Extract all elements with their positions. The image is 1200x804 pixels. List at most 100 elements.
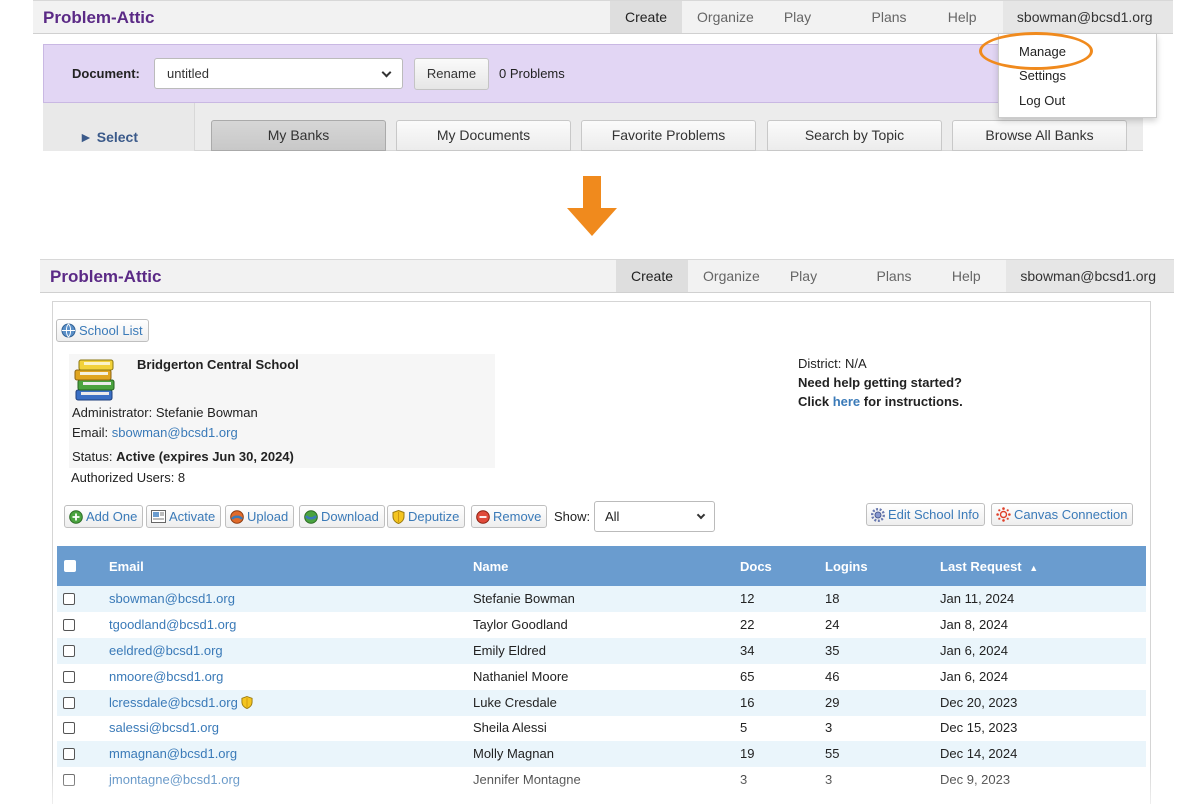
row-checkbox[interactable] [63,722,75,734]
brand-logo[interactable]: Problem-Attic [43,8,154,28]
edit-school-info-button[interactable]: Edit School Info [866,503,986,526]
help-here-link[interactable]: here [833,394,860,409]
row-checkbox[interactable] [63,748,75,760]
row-email[interactable]: nmoore@bcsd1.org [109,669,223,684]
nav-plans[interactable]: Plans [857,1,933,53]
rename-button[interactable]: Rename [414,58,489,90]
nav-user-menu[interactable]: sbowman@bcsd1.org [1006,260,1174,312]
row-name: Stefanie Bowman [473,591,575,606]
nav-help-label: Help [947,9,977,25]
download-button[interactable]: Download [299,505,385,528]
email-label: Email: [72,425,109,440]
row-checkbox[interactable] [63,593,75,605]
row-name: Luke Cresdale [473,695,557,710]
row-email[interactable]: sbowman@bcsd1.org [109,591,235,606]
top-navbar: Problem-Attic Create Organize Play Area … [33,0,1173,57]
row-last-request: Dec 15, 2023 [940,720,1018,735]
nav-play-area[interactable]: Play Area [775,260,862,316]
nav-create[interactable]: Create [610,1,683,33]
nav-user-label: sbowman@bcsd1.org [1016,9,1153,25]
authorized-users: Authorized Users: 8 [71,470,186,485]
tab-my-banks[interactable]: My Banks [211,120,386,151]
row-docs: 22 [740,617,755,632]
nav-help-label: Help [951,268,981,284]
deputize-button[interactable]: Deputize [387,505,466,528]
row-email-cell: lcressdale@bcsd1.org [109,695,253,710]
row-logins: 35 [825,643,840,658]
menu-item-log-out[interactable]: Log Out [1019,93,1065,108]
menu-item-settings[interactable]: Settings [1019,68,1066,83]
row-checkbox[interactable] [63,671,75,683]
column-last-request[interactable]: Last Request ▲ [940,559,1038,574]
help-instructions: Click here for instructions. [798,394,963,409]
brand-logo[interactable]: Problem-Attic [50,267,161,287]
tab-favorite-problems[interactable]: Favorite Problems [581,120,756,151]
activate-button[interactable]: Activate [146,505,222,528]
administrator-line: Administrator: Stefanie Bowman [72,405,258,420]
row-checkbox[interactable] [63,619,75,631]
nav-play-area[interactable]: Play Area [769,1,857,57]
remove-button[interactable]: Remove [471,505,548,528]
row-email[interactable]: eeldred@bcsd1.org [109,643,223,658]
row-email[interactable]: tgoodland@bcsd1.org [109,617,236,632]
column-name[interactable]: Name [473,559,508,574]
nav-plans-label: Plans [876,268,912,284]
row-docs: 5 [740,720,748,735]
column-last-request-label: Last Request [940,559,1022,574]
remove-label: Remove [493,509,542,524]
nav-help[interactable]: Help [933,1,1003,53]
administrator-label: Administrator: [72,405,153,420]
row-last-request: Jan 6, 2024 [940,643,1008,658]
school-list-button[interactable]: School List [56,319,149,342]
row-checkbox[interactable] [63,774,75,786]
row-email[interactable]: jmontagne@bcsd1.org [109,772,240,787]
document-select[interactable]: untitled [154,58,403,89]
highlight-circle [979,32,1093,70]
nav-organize[interactable]: Organize [682,1,769,33]
nav-organize[interactable]: Organize [688,260,775,292]
column-email[interactable]: Email [109,559,144,574]
column-docs[interactable]: Docs [740,559,772,574]
nav-create[interactable]: Create [616,260,689,292]
row-name: Jennifer Montagne [473,772,581,787]
table-row: tgoodland@bcsd1.org Taylor Goodland 22 2… [57,612,1146,638]
row-last-request: Jan 11, 2024 [940,591,1015,606]
canvas-connection-label: Canvas Connection [1014,507,1128,522]
show-filter-select[interactable]: All [594,501,715,532]
help-click-text: Click [798,394,830,409]
row-email[interactable]: lcressdale@bcsd1.org [109,695,238,710]
row-email[interactable]: salessi@bcsd1.org [109,720,219,735]
row-checkbox[interactable] [63,645,75,657]
row-docs: 12 [740,591,755,606]
tab-my-documents[interactable]: My Documents [396,120,571,151]
column-logins[interactable]: Logins [825,559,868,574]
row-last-request: Jan 6, 2024 [940,669,1008,684]
deputy-shield-icon [241,696,253,709]
nav-menu: Create Organize Play Area Plans Help sbo… [616,260,1174,316]
books-icon [74,359,115,401]
row-name: Nathaniel Moore [473,669,569,684]
edit-school-info-label: Edit School Info [888,507,980,522]
select-toggle[interactable]: ► Select [79,129,138,145]
tab-browse-all-banks[interactable]: Browse All Banks [952,120,1127,151]
canvas-connection-button[interactable]: Canvas Connection [991,503,1134,526]
document-label: Document: [72,66,140,81]
select-all-checkbox[interactable] [64,560,76,572]
upload-button[interactable]: Upload [225,505,295,528]
row-logins: 3 [825,772,833,787]
administrator-name: Stefanie Bowman [155,405,258,420]
deputize-label: Deputize [408,509,460,524]
add-one-button[interactable]: Add One [64,505,144,528]
tab-search-by-topic[interactable]: Search by Topic [767,120,942,151]
row-docs: 19 [740,746,755,761]
show-filter-value: All [605,509,620,524]
row-last-request: Dec 14, 2024 [940,746,1018,761]
row-docs: 34 [740,643,755,658]
nav-user-menu[interactable]: sbowman@bcsd1.org [1002,1,1173,53]
row-name: Molly Magnan [473,746,554,761]
row-email[interactable]: mmagnan@bcsd1.org [109,746,237,761]
row-checkbox[interactable] [63,697,75,709]
nav-help[interactable]: Help [937,260,1007,312]
nav-plans[interactable]: Plans [861,260,936,312]
admin-email-link[interactable]: sbowman@bcsd1.org [112,425,238,440]
